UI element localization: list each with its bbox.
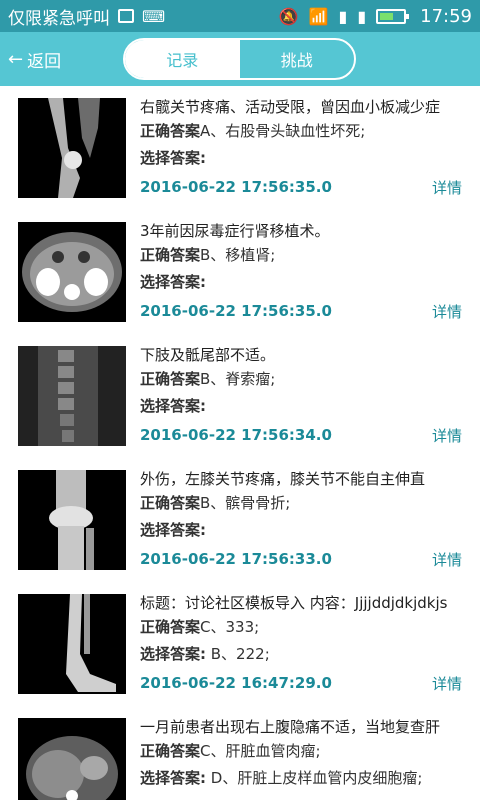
tab-challenge-label: 挑战: [280, 51, 313, 70]
record-timestamp: 2016-06-22 17:56:34.0: [140, 426, 332, 444]
case-description: 右髋关节疼痛、活动受限，曾因血小板减少症: [140, 98, 441, 116]
ct-thumbnail: [18, 718, 126, 800]
mri-thumbnail: [18, 346, 126, 446]
image-icon: [118, 9, 134, 23]
correct-answer-row: 正确答案C、333;: [140, 614, 462, 641]
sim1-icon: ▮: [338, 6, 348, 26]
mute-icon: 🔕: [278, 6, 299, 26]
record-timestamp: 2016-06-22 17:56:35.0: [140, 178, 332, 196]
list-item[interactable]: 一月前患者出现右上腹隐痛不适，当地复查肝 正确答案C、肝脏血管肉瘤; 选择答案:…: [0, 706, 480, 800]
selected-answer-value: D、肝脏上皮样血管内皮细胞瘤;: [206, 769, 423, 787]
xray-thumbnail: [18, 594, 126, 694]
selected-answer-label: 选择答案:: [140, 521, 206, 539]
correct-answer-label: 正确答案: [140, 370, 201, 388]
correct-answer-value: B、髌骨骨折;: [200, 494, 291, 512]
tab-switcher: 记录 挑战: [123, 38, 356, 80]
correct-answer-label: 正确答案: [140, 618, 201, 636]
selected-answer-row: 选择答案:: [140, 393, 462, 420]
correct-answer-value: A、右股骨头缺血性坏死;: [200, 122, 366, 140]
selected-answer-label: 选择答案:: [140, 645, 206, 663]
list-item[interactable]: 外伤，左膝关节疼痛，膝关节不能自主伸直 正确答案B、髌骨骨折; 选择答案: 20…: [0, 458, 480, 582]
selected-answer-label: 选择答案:: [140, 149, 206, 167]
selected-answer-row: 选择答案:: [140, 269, 462, 296]
selected-answer-label: 选择答案:: [140, 397, 206, 415]
correct-answer-row: 正确答案B、移植肾;: [140, 242, 462, 269]
correct-answer-value: C、肝脏血管肉瘤;: [200, 742, 321, 760]
wifi-icon: 📶: [308, 6, 329, 26]
back-arrow-icon: ←: [8, 48, 24, 70]
list-item[interactable]: 3年前因尿毒症行肾移植术。 正确答案B、移植肾; 选择答案: 2016-06-2…: [0, 210, 480, 334]
keyboard-icon: ⌨: [142, 6, 166, 26]
list-item[interactable]: 右髋关节疼痛、活动受限，曾因血小板减少症 正确答案A、右股骨头缺血性坏死; 选择…: [0, 86, 480, 210]
selected-answer-row: 选择答案:: [140, 145, 462, 172]
case-description: 外伤，左膝关节疼痛，膝关节不能自主伸直: [140, 470, 426, 488]
ct-thumbnail: [18, 222, 126, 322]
tab-records[interactable]: 记录: [125, 40, 240, 78]
detail-link[interactable]: 详情: [432, 673, 462, 694]
detail-link[interactable]: 详情: [432, 301, 462, 322]
xray-thumbnail: [18, 470, 126, 570]
correct-answer-row: 正确答案A、右股骨头缺血性坏死;: [140, 118, 462, 145]
list-item[interactable]: 下肢及骶尾部不适。 正确答案B、脊索瘤; 选择答案: 2016-06-22 17…: [0, 334, 480, 458]
correct-answer-label: 正确答案: [140, 494, 201, 512]
battery-icon: [376, 8, 410, 24]
selected-answer-value: B、222;: [206, 645, 270, 663]
correct-answer-row: 正确答案B、髌骨骨折;: [140, 490, 462, 517]
back-button[interactable]: ← 返回: [8, 32, 61, 86]
top-bar: ← 返回 记录 挑战: [0, 32, 480, 86]
case-description: 一月前患者出现右上腹隐痛不适，当地复查肝: [140, 718, 441, 736]
selected-answer-label: 选择答案:: [140, 273, 206, 291]
correct-answer-label: 正确答案: [140, 742, 201, 760]
correct-answer-row: 正确答案C、肝脏血管肉瘤;: [140, 738, 462, 765]
correct-answer-label: 正确答案: [140, 122, 201, 140]
case-description: 标题：讨论社区模板导入 内容：Jjjjddjdkjdkjs: [140, 594, 448, 612]
back-label: 返回: [27, 51, 62, 72]
list-item[interactable]: 标题：讨论社区模板导入 内容：Jjjjddjdkjdkjs 正确答案C、333;…: [0, 582, 480, 706]
selected-answer-row: 选择答案: B、222;: [140, 641, 462, 668]
case-description: 3年前因尿毒症行肾移植术。: [140, 222, 330, 240]
sim2-icon: ▮: [357, 6, 367, 26]
case-description: 下肢及骶尾部不适。: [140, 346, 276, 364]
correct-answer-value: B、移植肾;: [200, 246, 276, 264]
correct-answer-value: C、333;: [200, 618, 260, 636]
clock: 17:59: [420, 5, 472, 27]
carrier-text: 仅限紧急呼叫: [8, 8, 110, 29]
correct-answer-value: B、脊索瘤;: [200, 370, 276, 388]
selected-answer-label: 选择答案:: [140, 769, 206, 787]
detail-link[interactable]: 详情: [432, 425, 462, 446]
tab-challenge[interactable]: 挑战: [240, 40, 355, 78]
record-list[interactable]: 右髋关节疼痛、活动受限，曾因血小板减少症 正确答案A、右股骨头缺血性坏死; 选择…: [0, 86, 480, 800]
tab-records-label: 记录: [166, 51, 199, 70]
xray-thumbnail: [18, 98, 126, 198]
detail-link[interactable]: 详情: [432, 177, 462, 198]
selected-answer-row: 选择答案: D、肝脏上皮样血管内皮细胞瘤;: [140, 765, 462, 792]
correct-answer-row: 正确答案B、脊索瘤;: [140, 366, 462, 393]
correct-answer-label: 正确答案: [140, 246, 201, 264]
status-bar: 仅限紧急呼叫 ⌨ 🔕 📶 ▮ ▮ 17:59: [0, 0, 480, 32]
record-timestamp: 2016-06-22 17:56:33.0: [140, 550, 332, 568]
selected-answer-row: 选择答案:: [140, 517, 462, 544]
detail-link[interactable]: 详情: [432, 549, 462, 570]
record-timestamp: 2016-06-22 17:56:35.0: [140, 302, 332, 320]
record-timestamp: 2016-06-22 16:47:29.0: [140, 674, 332, 692]
